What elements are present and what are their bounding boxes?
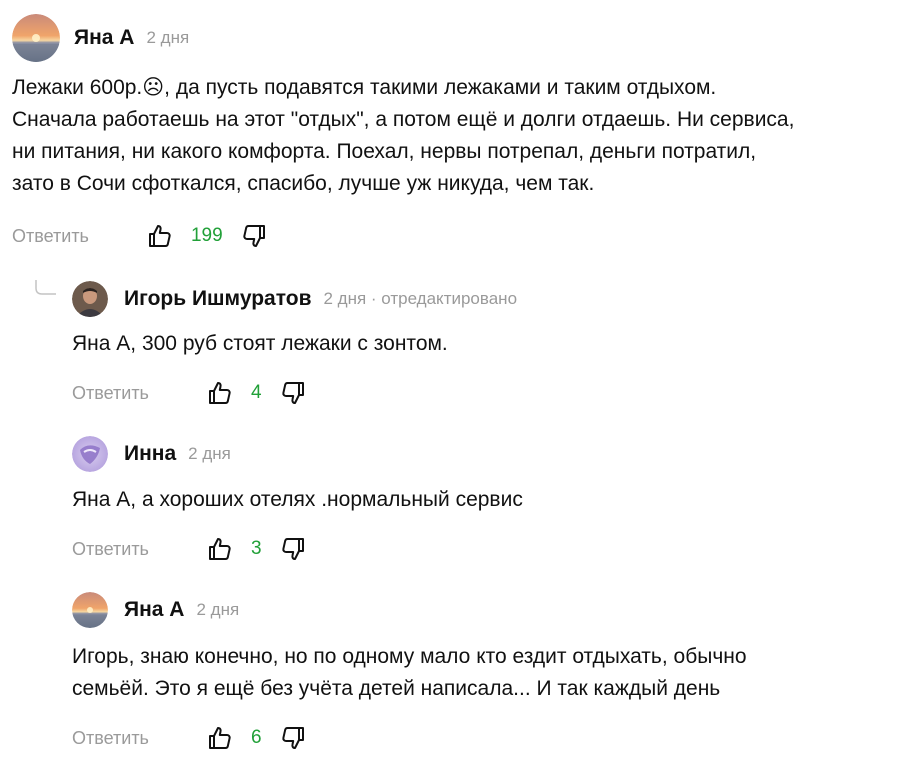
reply-button[interactable]: Ответить	[72, 539, 149, 560]
thumbs-down-icon[interactable]	[280, 725, 306, 751]
comment-text-line: семьёй. Это я ещё без учёта детей написа…	[72, 677, 721, 700]
comment-time: 2 дня	[146, 28, 190, 47]
comment-text: Игорь, знаю конечно, но по одному мало к…	[72, 641, 747, 705]
avatar[interactable]	[12, 14, 60, 62]
comment-text: Лежаки 600р.☹, да пусть подавятся такими…	[12, 72, 794, 200]
avatar[interactable]	[72, 281, 108, 317]
author-name[interactable]: Яна А	[124, 598, 184, 622]
comment-text-line: Яна А, 300 руб стоят лежаки с зонтом.	[72, 332, 448, 355]
thumbs-up-icon[interactable]	[207, 725, 233, 751]
thumbs-up-icon[interactable]	[207, 536, 233, 562]
reply-button[interactable]: Ответить	[72, 728, 149, 749]
like-count: 199	[190, 225, 223, 246]
comment-text-line: зато в Сочи сфоткался, спасибо, лучше уж…	[12, 172, 595, 195]
comment-text-line: Игорь, знаю конечно, но по одному мало к…	[72, 645, 747, 668]
thumbs-down-icon[interactable]	[280, 380, 306, 406]
comment-actions: Ответить 6	[72, 725, 306, 751]
thumbs-down-icon[interactable]	[280, 536, 306, 562]
comment-header: Инна 2 дня	[72, 436, 231, 472]
comment-text-line: Сначала работаешь на этот "отдых", а пот…	[12, 108, 795, 131]
comment-time: 2 дня	[196, 600, 240, 619]
thumbs-down-icon[interactable]	[241, 223, 267, 249]
avatar[interactable]	[72, 592, 108, 628]
avatar[interactable]	[72, 436, 108, 472]
reply-thread-icon	[35, 280, 56, 295]
comment-actions: Ответить 199	[12, 223, 267, 249]
comment-actions: Ответить 3	[72, 536, 306, 562]
comment-header: Яна А 2 дня	[72, 592, 239, 628]
like-count: 6	[250, 727, 262, 748]
comment-text-line: ни питания, ни какого комфорта. Поехал, …	[12, 140, 757, 163]
comment-text: Яна А, а хороших отелях .нормальный серв…	[72, 484, 523, 516]
comment-time: 2 дня · отредактировано	[323, 289, 518, 308]
thumbs-up-icon[interactable]	[207, 380, 233, 406]
comment-header: Яна А 2 дня	[12, 14, 189, 62]
author-name[interactable]: Игорь Ишмуратов	[124, 287, 311, 311]
comment-text: Яна А, 300 руб стоят лежаки с зонтом.	[72, 328, 448, 360]
comment-text-line: Лежаки 600р.☹, да пусть подавятся такими…	[12, 76, 717, 99]
author-name[interactable]: Яна А	[74, 26, 134, 50]
comment-time: 2 дня	[188, 444, 231, 463]
comment-actions: Ответить 4	[72, 380, 306, 406]
author-name[interactable]: Инна	[124, 442, 176, 466]
like-count: 4	[250, 382, 262, 403]
reply-button[interactable]: Ответить	[72, 383, 149, 404]
like-count: 3	[250, 538, 262, 559]
comment-text-line: Яна А, а хороших отелях .нормальный серв…	[72, 488, 523, 511]
thumbs-up-icon[interactable]	[147, 223, 173, 249]
reply-button[interactable]: Ответить	[12, 226, 89, 247]
comment-header: Игорь Ишмуратов 2 дня · отредактировано	[72, 281, 517, 317]
